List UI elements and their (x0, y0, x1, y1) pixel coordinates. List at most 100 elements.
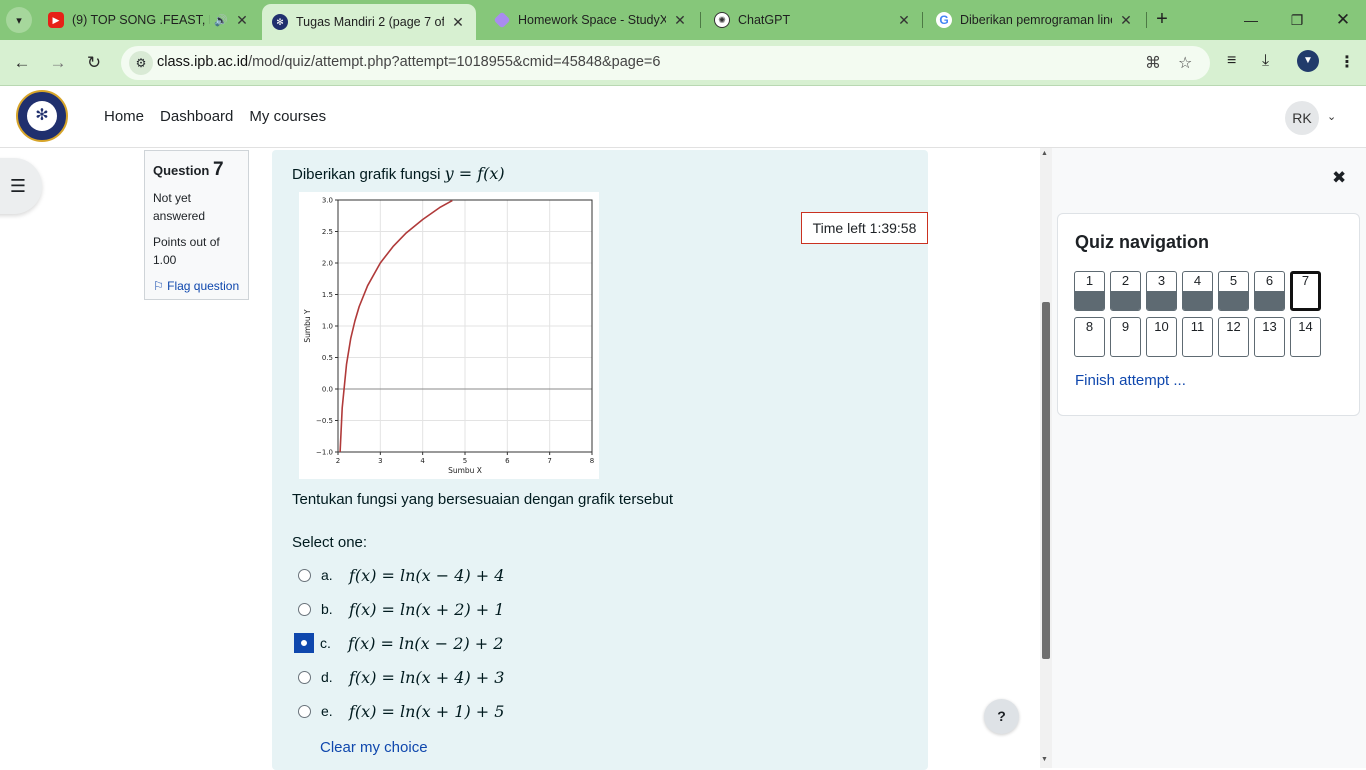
browser-tab-quiz[interactable]: ✻ Tugas Mandiri 2 (page 7 of 1 ✕ (262, 4, 476, 40)
quiz-nav-button-12[interactable]: 12 (1218, 317, 1249, 357)
browser-menu-icon[interactable]: ⋮ (1339, 52, 1355, 72)
forward-button[interactable]: → (45, 50, 71, 76)
radio-c-selected[interactable] (294, 633, 314, 653)
nav-home[interactable]: Home (104, 108, 144, 125)
answer-option-a[interactable]: a. f(x) = ln(x − 4) + 4 (298, 561, 504, 589)
quiz-nav-number: 14 (1298, 319, 1313, 334)
quiz-nav-button-4[interactable]: 4 (1182, 271, 1213, 311)
y-tick-label: 1.0 (322, 323, 333, 331)
x-tick-label: 4 (420, 457, 425, 465)
quiz-nav-button-8[interactable]: 8 (1074, 317, 1105, 357)
help-button[interactable]: ? (984, 699, 1019, 734)
extension-icon[interactable]: ▼ (1297, 50, 1319, 72)
close-drawer-icon[interactable]: ✖ (1332, 168, 1346, 188)
quiz-nav-number: 7 (1301, 273, 1310, 288)
new-tab-button[interactable]: + (1150, 8, 1174, 32)
radio-b[interactable] (298, 602, 311, 616)
list-icon: ☰ (9, 175, 27, 196)
quiz-nav-button-5[interactable]: 5 (1218, 271, 1249, 311)
quiz-nav-button-6[interactable]: 6 (1254, 271, 1285, 311)
browser-tab-google[interactable]: G Diberikan pemrograman line ✕ (926, 0, 1144, 40)
quiz-nav-number: 10 (1154, 319, 1169, 334)
clear-choice-link[interactable]: Clear my choice (320, 739, 428, 756)
quiz-nav-number: 5 (1229, 273, 1238, 288)
radio-d[interactable] (298, 670, 311, 684)
quiz-nav-button-10[interactable]: 10 (1146, 317, 1177, 357)
translate-icon[interactable]: ⌘ (1145, 53, 1161, 73)
x-tick-label: 7 (547, 457, 551, 465)
quiz-nav-button-11[interactable]: 11 (1182, 317, 1213, 357)
youtube-icon: ▶ (48, 12, 64, 28)
site-info-icon[interactable]: ⚙ (129, 51, 153, 75)
question-prompt: Tentukan fungsi yang bersesuaian dengan … (292, 491, 674, 508)
question-info: Question 7 Not yet answered Points out o… (144, 150, 249, 300)
scroll-down-icon[interactable]: ▼ (1041, 756, 1048, 763)
tab-search-button[interactable]: ▾ (6, 7, 32, 33)
url-text[interactable]: class.ipb.ac.id/mod/quiz/attempt.php?att… (157, 54, 660, 70)
radio-a[interactable] (298, 568, 311, 582)
quiz-nav-button-1[interactable]: 1 (1074, 271, 1105, 311)
download-icon[interactable]: ⤓ (1262, 52, 1269, 70)
quiz-nav-button-14[interactable]: 14 (1290, 317, 1321, 357)
reload-button[interactable]: ↻ (81, 50, 107, 76)
bookmark-star-icon[interactable]: ☆ (1178, 53, 1192, 73)
radio-e[interactable] (298, 704, 311, 718)
close-tab-icon[interactable]: ✕ (234, 12, 250, 29)
quiz-nav-button-3[interactable]: 3 (1146, 271, 1177, 311)
answer-option-b[interactable]: b. f(x) = ln(x + 2) + 1 (298, 595, 504, 623)
close-tab-icon[interactable]: ✕ (450, 14, 466, 31)
quiz-nav-number: 8 (1085, 319, 1094, 334)
answer-option-d[interactable]: d. f(x) = ln(x + 4) + 3 (298, 663, 504, 691)
scroll-up-icon[interactable]: ▲ (1041, 150, 1048, 157)
primary-navigation: Home Dashboard My courses (104, 108, 326, 125)
answered-indicator (1255, 291, 1284, 310)
answered-indicator (1111, 291, 1140, 310)
user-avatar[interactable]: RK (1285, 101, 1319, 135)
restore-button[interactable]: ❐ (1274, 0, 1320, 40)
finish-attempt-link[interactable]: Finish attempt ... (1075, 372, 1186, 389)
y-tick-label: −0.5 (316, 417, 333, 425)
minimize-button[interactable]: — (1228, 0, 1274, 40)
quiz-navigation-block: Quiz navigation 1 2 3 4 5 6 7 8 9 10 11 12 13 14 Fini… (1057, 213, 1360, 416)
quiz-nav-button-7[interactable]: 7 (1290, 271, 1321, 311)
close-tab-icon[interactable]: ✕ (1118, 12, 1134, 29)
answered-indicator (1147, 291, 1176, 310)
answer-option-e[interactable]: e. f(x) = ln(x + 1) + 5 (298, 697, 504, 725)
option-letter: a. (321, 567, 333, 583)
browser-tab-youtube[interactable]: ▶ (9) TOP SONG .FEAST, HI 🔊 ✕ (38, 0, 260, 40)
question-number: Question 7 (153, 159, 240, 181)
quiz-nav-button-13[interactable]: 13 (1254, 317, 1285, 357)
quiz-nav-number: 2 (1121, 273, 1130, 288)
quiz-timer: Time left 1:39:58 (801, 212, 928, 244)
quiz-nav-button-2[interactable]: 2 (1110, 271, 1141, 311)
flag-question-link[interactable]: ⚐ Flag question (153, 277, 240, 295)
quiz-nav-number: 3 (1157, 273, 1166, 288)
y-tick-label: 1.5 (322, 291, 333, 299)
chevron-down-icon[interactable]: ⌄ (1327, 110, 1336, 123)
browser-tab-studyx[interactable]: Homework Space - StudyX ✕ (484, 0, 698, 40)
nav-dashboard[interactable]: Dashboard (160, 108, 233, 125)
browser-toolbar: ← → ↻ ⚙ class.ipb.ac.id/mod/quiz/attempt… (0, 40, 1366, 86)
address-bar[interactable]: ⚙ class.ipb.ac.id/mod/quiz/attempt.php?a… (121, 46, 1210, 80)
x-tick-label: 2 (336, 457, 340, 465)
browser-tab-chatgpt[interactable]: ✺ ChatGPT ✕ (704, 0, 922, 40)
close-tab-icon[interactable]: ✕ (896, 12, 912, 29)
studyx-icon (493, 11, 511, 29)
media-control-icon[interactable]: ≡ (1227, 52, 1236, 70)
close-window-button[interactable]: ✕ (1320, 0, 1366, 40)
nav-my-courses[interactable]: My courses (249, 108, 326, 125)
back-button[interactable]: ← (9, 50, 35, 76)
option-letter: c. (320, 635, 331, 651)
close-tab-icon[interactable]: ✕ (672, 12, 688, 29)
ipb-logo[interactable]: ✻ (16, 90, 68, 142)
tab-title: Tugas Mandiri 2 (page 7 of 1 (296, 15, 444, 29)
tab-separator (700, 12, 701, 28)
quiz-nav-button-9[interactable]: 9 (1110, 317, 1141, 357)
function-graph: 2 3 4 5 6 7 8 −1.0 −0.5 0.0 0.5 1.0 1.5 2.0 2.5 3.0 Sumb… (299, 192, 599, 479)
tab-title: (9) TOP SONG .FEAST, HI (72, 13, 211, 27)
option-letter: b. (321, 601, 333, 617)
answer-option-c[interactable]: c. f(x) = ln(x − 2) + 2 (294, 629, 503, 657)
scrollbar-thumb[interactable] (1042, 302, 1050, 659)
speaker-icon[interactable]: 🔊 (214, 14, 228, 27)
course-index-toggle[interactable]: ☰ (0, 158, 42, 214)
